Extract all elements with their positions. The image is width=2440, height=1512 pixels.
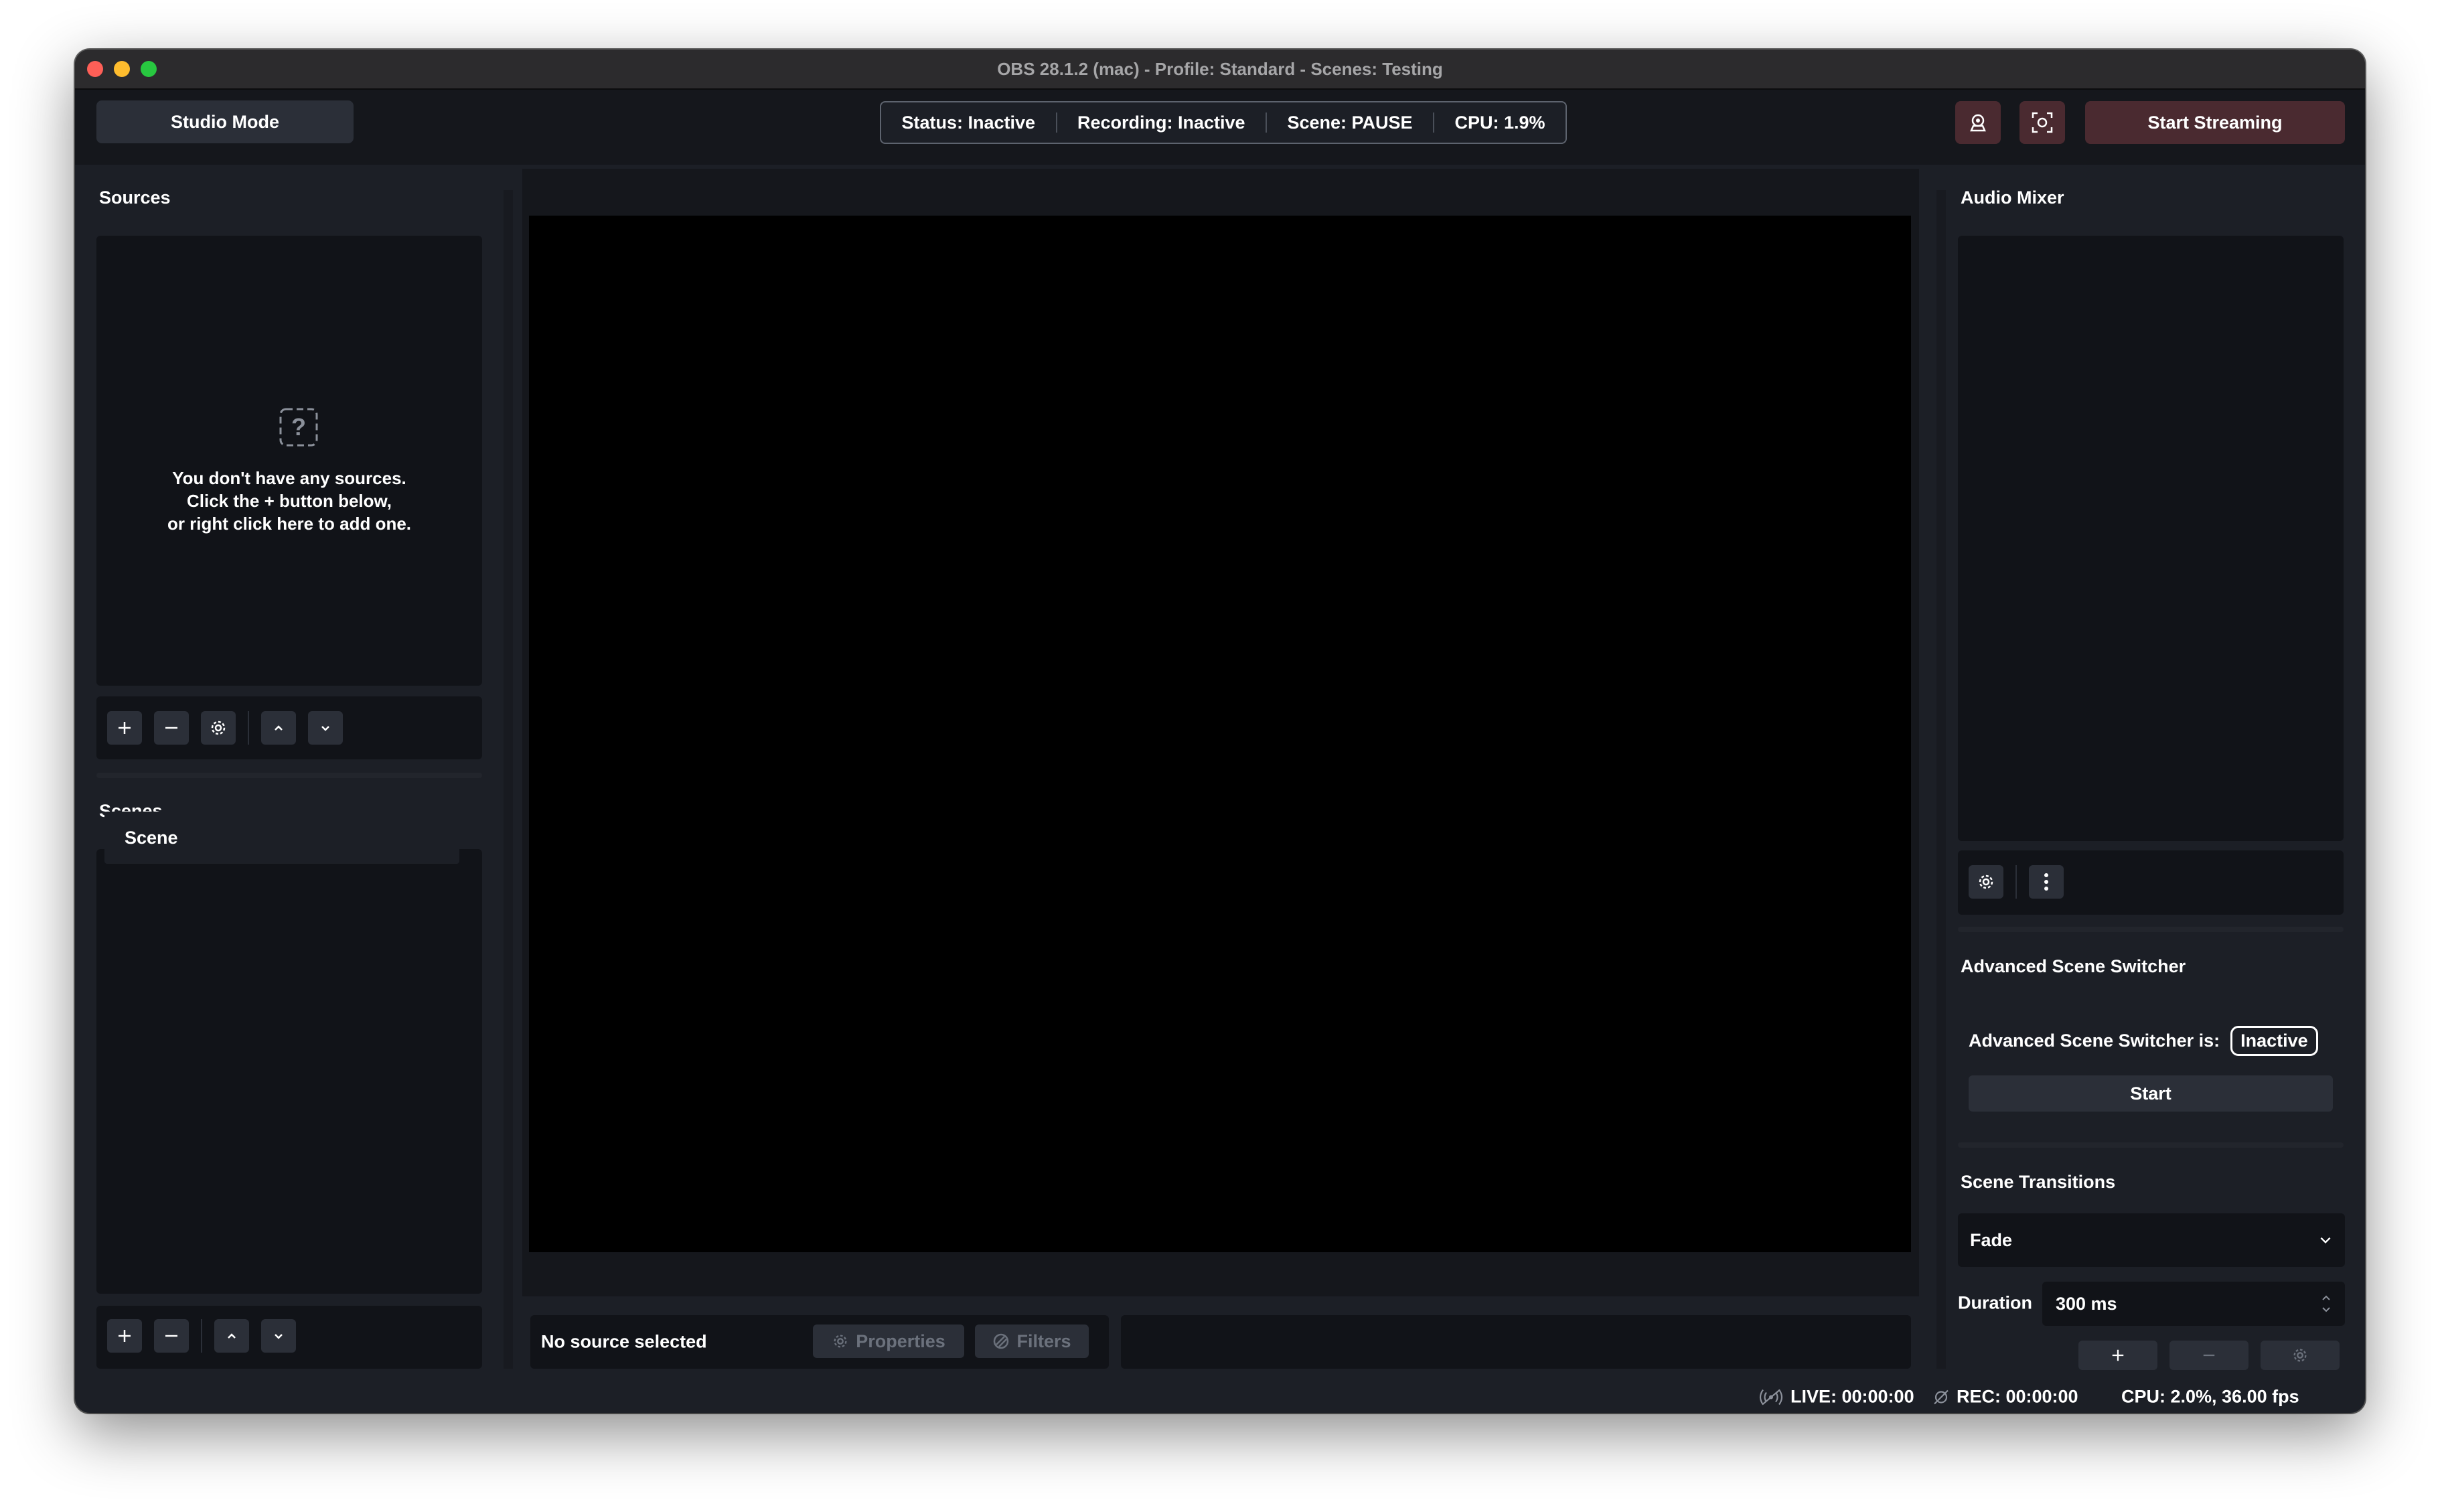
button-divider bbox=[201, 1319, 202, 1353]
status-divider bbox=[1055, 112, 1057, 133]
audio-mixer-menu-button[interactable] bbox=[2029, 865, 2064, 899]
duration-label: Duration bbox=[1958, 1292, 2032, 1313]
add-source-button[interactable] bbox=[107, 711, 142, 745]
advanced-scene-switcher-title: Advanced Scene Switcher bbox=[1961, 956, 2186, 976]
scene-item-label: Scene bbox=[125, 827, 178, 848]
transition-select[interactable]: Fade bbox=[1958, 1213, 2345, 1267]
gear-icon bbox=[834, 1335, 847, 1348]
screenshot-button[interactable] bbox=[2019, 101, 2065, 144]
source-properties-button[interactable] bbox=[201, 711, 236, 745]
question-mark-icon: ? bbox=[279, 407, 319, 451]
properties-label: Properties bbox=[856, 1331, 945, 1351]
dock-divider[interactable] bbox=[1958, 1142, 2344, 1148]
duration-stepper[interactable]: 300 ms bbox=[2042, 1282, 2345, 1326]
broadcast-icon bbox=[1759, 1389, 1783, 1405]
stepper-arrows-icon bbox=[2322, 1295, 2330, 1312]
dock-splitter[interactable] bbox=[1936, 190, 1946, 1369]
remove-scene-button[interactable] bbox=[154, 1319, 189, 1353]
gear-icon bbox=[211, 721, 226, 735]
studio-mode-button[interactable]: Studio Mode bbox=[96, 100, 354, 143]
filters-label: Filters bbox=[1016, 1331, 1071, 1351]
dock-divider[interactable] bbox=[96, 773, 482, 778]
minus-icon bbox=[2203, 1354, 2215, 1357]
preview-canvas[interactable] bbox=[529, 216, 1911, 1252]
screenshot-icon bbox=[2032, 112, 2053, 133]
status-badge: Inactive bbox=[2230, 1026, 2318, 1056]
move-scene-up-button[interactable] bbox=[214, 1319, 249, 1353]
cpu-fps-status: CPU: 2.0%, 36.00 fps bbox=[2121, 1386, 2299, 1407]
minus-icon bbox=[165, 727, 177, 729]
sources-list[interactable]: ? You don't have any sources. Click the … bbox=[96, 236, 482, 686]
dock-divider[interactable] bbox=[1958, 927, 2344, 932]
record-disabled-icon bbox=[1934, 1389, 1949, 1404]
audio-mixer-panel[interactable] bbox=[1958, 236, 2344, 841]
filter-icon bbox=[994, 1333, 1009, 1349]
chevron-up-icon bbox=[275, 725, 283, 731]
webcam-icon bbox=[1970, 114, 1986, 132]
chevron-up-icon bbox=[228, 1333, 236, 1339]
transition-selected-value: Fade bbox=[1970, 1229, 2013, 1250]
plus-icon bbox=[2112, 1349, 2124, 1361]
no-source-selected-label: No source selected bbox=[541, 1331, 707, 1352]
chevron-down-icon bbox=[321, 726, 329, 731]
properties-button[interactable]: Properties bbox=[813, 1325, 964, 1358]
filters-button[interactable]: Filters bbox=[975, 1325, 1089, 1358]
svg-text:?: ? bbox=[291, 413, 306, 441]
add-transition-button[interactable] bbox=[2078, 1341, 2157, 1370]
plus-icon bbox=[119, 1330, 131, 1342]
status-text: Status: Inactive bbox=[901, 112, 1036, 133]
sources-empty-message-line3: or right click here to add one. bbox=[167, 514, 412, 534]
scene-list-item[interactable]: Scene bbox=[104, 812, 459, 864]
duration-value: 300 ms bbox=[2056, 1293, 2117, 1314]
recording-status: REC: 00:00:00 bbox=[1932, 1387, 2078, 1408]
live-status: LIVE: 00:00:00 bbox=[1758, 1387, 1914, 1408]
recording-status-text: Recording: Inactive bbox=[1077, 112, 1245, 133]
status-summary: Status: Inactive Recording: Inactive Sce… bbox=[880, 101, 1567, 144]
remove-transition-button[interactable] bbox=[2169, 1341, 2248, 1370]
gear-icon bbox=[1979, 875, 1993, 889]
gear-icon bbox=[2293, 1349, 2307, 1362]
add-scene-button[interactable] bbox=[107, 1319, 142, 1353]
dock-splitter[interactable] bbox=[504, 190, 513, 1369]
move-source-down-button[interactable] bbox=[308, 711, 343, 745]
title-bar: OBS 28.1.2 (mac) - Profile: Standard - S… bbox=[75, 50, 2365, 90]
minus-icon bbox=[165, 1335, 177, 1337]
button-divider bbox=[2015, 865, 2017, 899]
advanced-scene-switcher-start-button[interactable]: Start bbox=[1969, 1075, 2333, 1112]
button-divider bbox=[248, 711, 249, 745]
audio-mixer-settings-button[interactable] bbox=[1969, 865, 2003, 899]
audio-mixer-dock-title: Audio Mixer bbox=[1961, 187, 2064, 208]
remove-source-button[interactable] bbox=[154, 711, 189, 745]
cpu-status-text: CPU: 1.9% bbox=[1454, 112, 1545, 133]
recording-timer: REC: 00:00:00 bbox=[1957, 1386, 2078, 1407]
status-divider bbox=[1433, 112, 1434, 133]
start-streaming-button[interactable]: Start Streaming bbox=[2085, 101, 2345, 144]
live-timer: LIVE: 00:00:00 bbox=[1790, 1386, 1914, 1407]
context-bar-extra bbox=[1121, 1315, 1911, 1369]
virtual-camera-button[interactable] bbox=[1955, 101, 2001, 144]
sources-dock-title: Sources bbox=[99, 187, 171, 208]
transition-properties-button[interactable] bbox=[2261, 1341, 2340, 1370]
advanced-scene-switcher-status-label: Advanced Scene Switcher is: bbox=[1969, 1031, 2220, 1051]
sources-empty-message-line2: Click the + button below, bbox=[187, 491, 392, 511]
scenes-list[interactable] bbox=[96, 849, 482, 1294]
sources-empty-message-line1: You don't have any sources. bbox=[172, 468, 406, 488]
advanced-scene-switcher-status-row: Advanced Scene Switcher is: Inactive bbox=[1969, 1026, 2318, 1056]
scene-transitions-title: Scene Transitions bbox=[1961, 1172, 2116, 1192]
move-source-up-button[interactable] bbox=[261, 711, 296, 745]
chevron-down-icon bbox=[2320, 1237, 2331, 1244]
scene-status-text: Scene: PAUSE bbox=[1287, 112, 1413, 133]
window-title: OBS 28.1.2 (mac) - Profile: Standard - S… bbox=[997, 59, 1443, 79]
status-divider bbox=[1266, 112, 1267, 133]
plus-icon bbox=[119, 722, 131, 734]
chevron-down-icon bbox=[275, 1334, 283, 1339]
more-vertical-icon bbox=[2044, 873, 2048, 891]
move-scene-down-button[interactable] bbox=[261, 1319, 296, 1353]
